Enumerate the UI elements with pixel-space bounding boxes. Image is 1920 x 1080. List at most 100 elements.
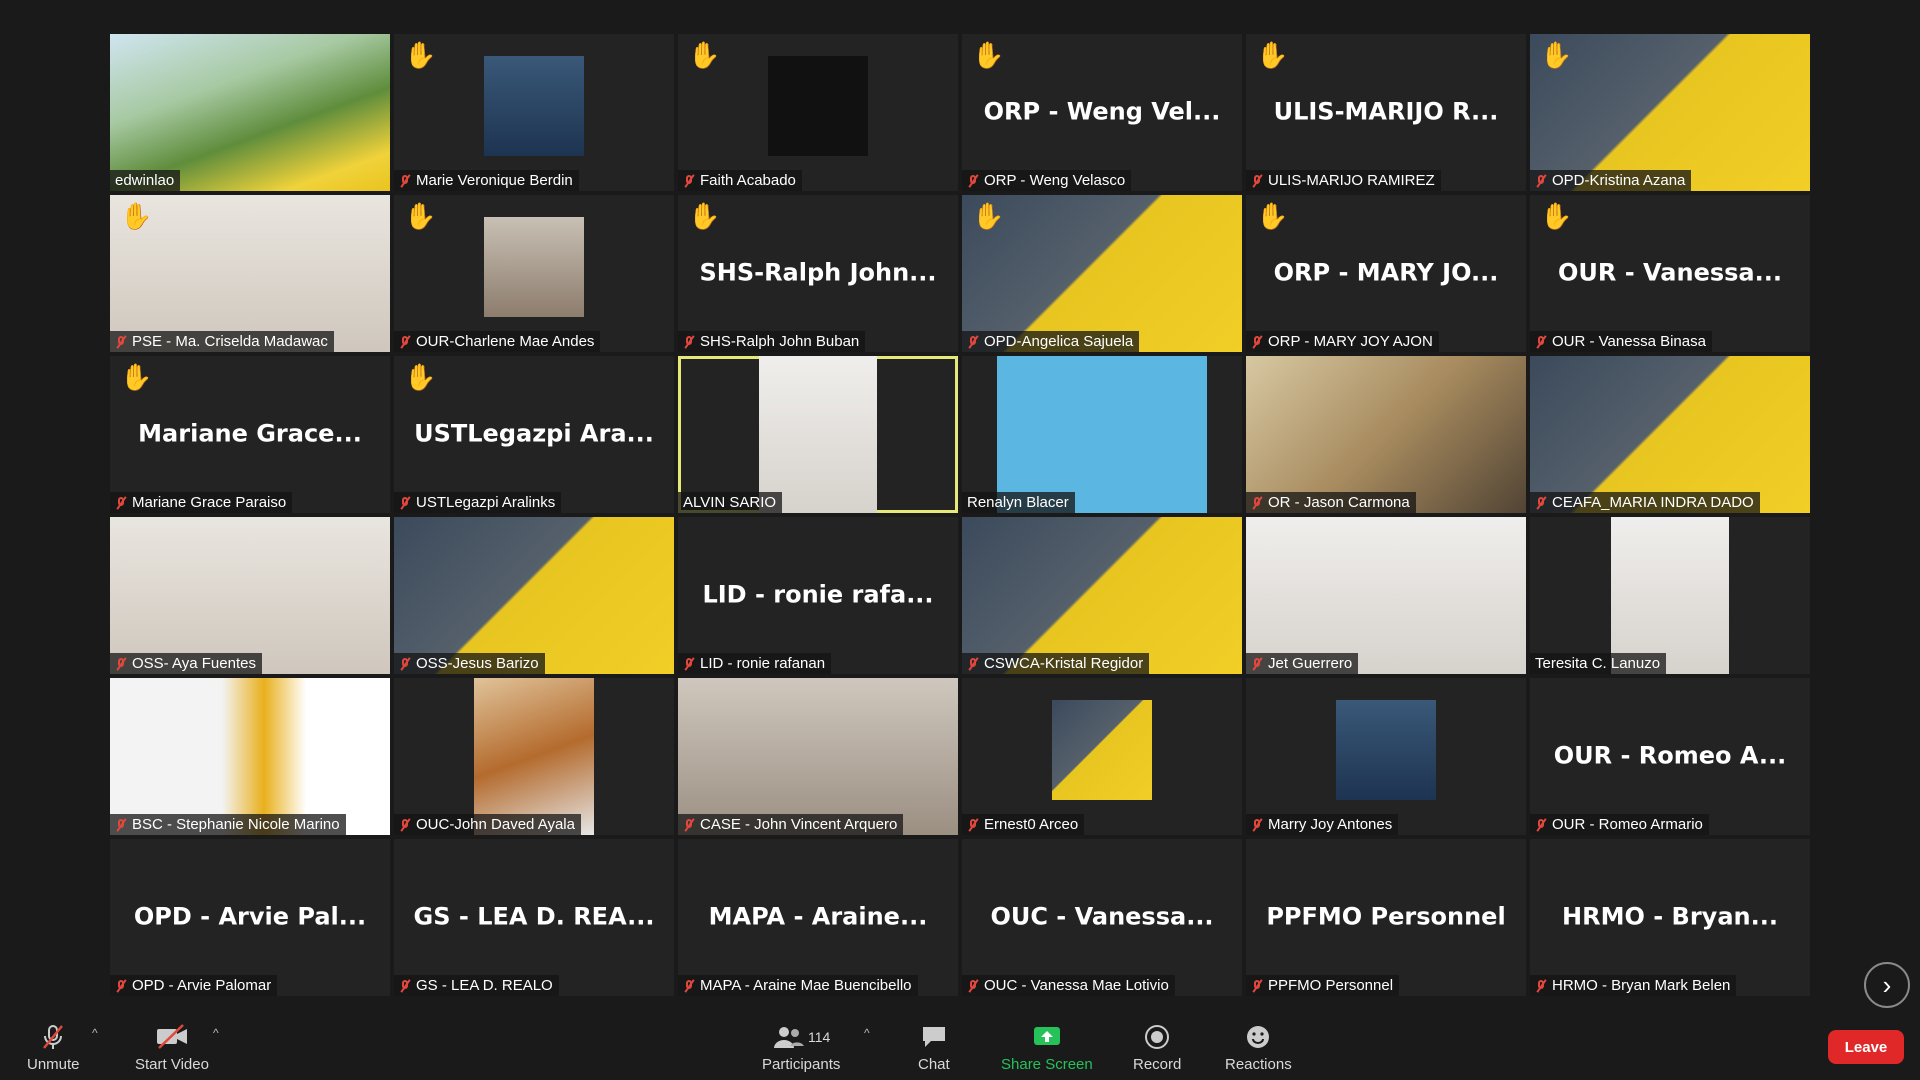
participant-tile[interactable]: ALVIN SARIO: [678, 356, 958, 513]
muted-mic-icon: [1535, 496, 1547, 510]
muted-mic-icon: [1251, 174, 1263, 188]
participant-tile[interactable]: ✋ PSE - Ma. Criselda Madawac: [110, 195, 390, 352]
participant-tile[interactable]: OSS- Aya Fuentes: [110, 517, 390, 674]
participants-icon: 114: [772, 1022, 830, 1052]
participants-options-caret[interactable]: ^: [864, 1026, 870, 1040]
participant-tile[interactable]: OR - Jason Carmona: [1246, 356, 1526, 513]
participant-name-label: Teresita C. Lanuzo: [1530, 653, 1667, 674]
participant-name: BSC - Stephanie Nicole Marino: [132, 816, 340, 833]
participant-name: ALVIN SARIO: [683, 494, 777, 511]
participant-video: [1336, 700, 1436, 800]
muted-mic-icon: [683, 979, 695, 993]
participant-display-name: HRMO - Bryan...: [1562, 902, 1778, 931]
participant-tile[interactable]: ULIS-MARIJO R... ✋ ULIS-MARIJO RAMIREZ: [1246, 34, 1526, 191]
participant-tile[interactable]: ✋ Faith Acabado: [678, 34, 958, 191]
participant-name-label: USTLegazpi Aralinks: [394, 492, 562, 513]
participant-tile[interactable]: Mariane Grace... ✋ Mariane Grace Paraiso: [110, 356, 390, 513]
participant-tile[interactable]: Jet Guerrero: [1246, 517, 1526, 674]
participant-tile[interactable]: Teresita C. Lanuzo: [1530, 517, 1810, 674]
participant-tile[interactable]: OPD - Arvie Pal... OPD - Arvie Palomar: [110, 839, 390, 996]
raised-hand-icon: ✋: [688, 40, 721, 70]
participant-name: SHS-Ralph John Buban: [700, 333, 860, 350]
leave-button[interactable]: Leave: [1828, 1030, 1904, 1064]
muted-mic-icon: [683, 818, 695, 832]
smiley-icon: [1245, 1022, 1271, 1052]
participant-name-label: BSC - Stephanie Nicole Marino: [110, 814, 346, 835]
participants-button[interactable]: 114 Participants: [762, 1022, 840, 1073]
participant-tile[interactable]: ✋ OPD-Kristina Azana: [1530, 34, 1810, 191]
participant-tile[interactable]: USTLegazpi Ara... ✋ USTLegazpi Aralinks: [394, 356, 674, 513]
unmute-button[interactable]: Unmute: [27, 1022, 80, 1073]
participant-tile[interactable]: MAPA - Araine... MAPA - Araine Mae Buenci…: [678, 839, 958, 996]
participant-tile[interactable]: ✋ OPD-Angelica Sajuela: [962, 195, 1242, 352]
participant-name: MAPA - Araine Mae Buencibello: [700, 977, 912, 994]
participant-name: OUC - Vanessa Mae Lotivio: [984, 977, 1169, 994]
participant-tile[interactable]: PPFMO Personnel PPFMO Personnel: [1246, 839, 1526, 996]
audio-options-caret[interactable]: ^: [92, 1026, 98, 1040]
start-video-button[interactable]: Start Video: [135, 1022, 209, 1073]
participant-name-label: MAPA - Araine Mae Buencibello: [678, 975, 918, 996]
participant-video: [110, 678, 390, 835]
muted-mic-icon: [683, 657, 695, 671]
muted-mic-icon: [683, 335, 695, 349]
raised-hand-icon: ✋: [972, 40, 1005, 70]
participant-name: ORP - MARY JOY AJON: [1268, 333, 1433, 350]
participant-tile[interactable]: OSS-Jesus Barizo: [394, 517, 674, 674]
raised-hand-icon: ✋: [1540, 201, 1573, 231]
participant-tile[interactable]: ORP - Weng Vel... ✋ ORP - Weng Velasco: [962, 34, 1242, 191]
participant-display-name: PPFMO Personnel: [1266, 902, 1506, 931]
share-screen-button[interactable]: Share Screen: [1001, 1022, 1093, 1073]
muted-mic-icon: [399, 335, 411, 349]
participant-video: [768, 56, 868, 156]
participant-tile[interactable]: Marry Joy Antones: [1246, 678, 1526, 835]
muted-mic-icon: [1251, 657, 1263, 671]
muted-mic-icon: [1251, 335, 1263, 349]
participant-tile[interactable]: OUC-John Daved Ayala: [394, 678, 674, 835]
chat-bubble-icon: [920, 1022, 948, 1052]
chat-button[interactable]: Chat: [918, 1022, 950, 1073]
participant-tile[interactable]: OUR - Romeo A... OUR - Romeo Armario: [1530, 678, 1810, 835]
participant-name: CSWCA-Kristal Regidor: [984, 655, 1144, 672]
participant-tile[interactable]: Renalyn Blacer: [962, 356, 1242, 513]
participant-name-label: ORP - MARY JOY AJON: [1246, 331, 1439, 352]
participant-name-label: OUC-John Daved Ayala: [394, 814, 581, 835]
participant-tile[interactable]: OUR - Vanessa... ✋ OUR - Vanessa Binasa: [1530, 195, 1810, 352]
participant-name: Ernest0 Arceo: [984, 816, 1079, 833]
record-icon: [1144, 1022, 1170, 1052]
participant-name-label: CASE - John Vincent Arquero: [678, 814, 904, 835]
participant-video: [1611, 517, 1729, 674]
participant-name-label: Mariane Grace Paraiso: [110, 492, 293, 513]
participant-name-label: OR - Jason Carmona: [1246, 492, 1416, 513]
participant-name-label: PSE - Ma. Criselda Madawac: [110, 331, 334, 352]
participant-tile[interactable]: SHS-Ralph John... ✋ SHS-Ralph John Buban: [678, 195, 958, 352]
raised-hand-icon: ✋: [120, 201, 153, 231]
muted-mic-icon: [399, 174, 411, 188]
participant-tile[interactable]: GS - LEA D. REA... GS - LEA D. REALO: [394, 839, 674, 996]
participant-tile[interactable]: HRMO - Bryan... HRMO - Bryan Mark Belen: [1530, 839, 1810, 996]
participant-tile[interactable]: ORP - MARY JO... ✋ ORP - MARY JOY AJON: [1246, 195, 1526, 352]
participant-tile[interactable]: LID - ronie rafa... LID - ronie rafanan: [678, 517, 958, 674]
participant-display-name: OUR - Vanessa...: [1558, 258, 1782, 287]
participant-tile[interactable]: BSC - Stephanie Nicole Marino: [110, 678, 390, 835]
participant-tile[interactable]: OUC - Vanessa... OUC - Vanessa Mae Lotivi…: [962, 839, 1242, 996]
raised-hand-icon: ✋: [972, 201, 1005, 231]
participant-name-label: GS - LEA D. REALO: [394, 975, 559, 996]
record-button[interactable]: Record: [1133, 1022, 1181, 1073]
participant-display-name: USTLegazpi Ara...: [414, 419, 654, 448]
muted-mic-icon: [1535, 818, 1547, 832]
participant-name-label: OUR-Charlene Mae Andes: [394, 331, 601, 352]
participant-tile[interactable]: Ernest0 Arceo: [962, 678, 1242, 835]
participant-video: [474, 678, 594, 835]
muted-mic-icon: [967, 657, 979, 671]
participant-name: LID - ronie rafanan: [700, 655, 826, 672]
participant-tile[interactable]: ✋ OUR-Charlene Mae Andes: [394, 195, 674, 352]
participant-tile[interactable]: CASE - John Vincent Arquero: [678, 678, 958, 835]
participant-tile[interactable]: edwinlao: [110, 34, 390, 191]
participant-tile[interactable]: ✋ Marie Veronique Berdin: [394, 34, 674, 191]
participant-name: CASE - John Vincent Arquero: [700, 816, 898, 833]
participant-tile[interactable]: CEAFA_MARIA INDRA DADO: [1530, 356, 1810, 513]
video-options-caret[interactable]: ^: [213, 1026, 219, 1040]
next-page-button[interactable]: ›: [1864, 962, 1910, 1008]
reactions-button[interactable]: Reactions: [1225, 1022, 1292, 1073]
participant-tile[interactable]: CSWCA-Kristal Regidor: [962, 517, 1242, 674]
